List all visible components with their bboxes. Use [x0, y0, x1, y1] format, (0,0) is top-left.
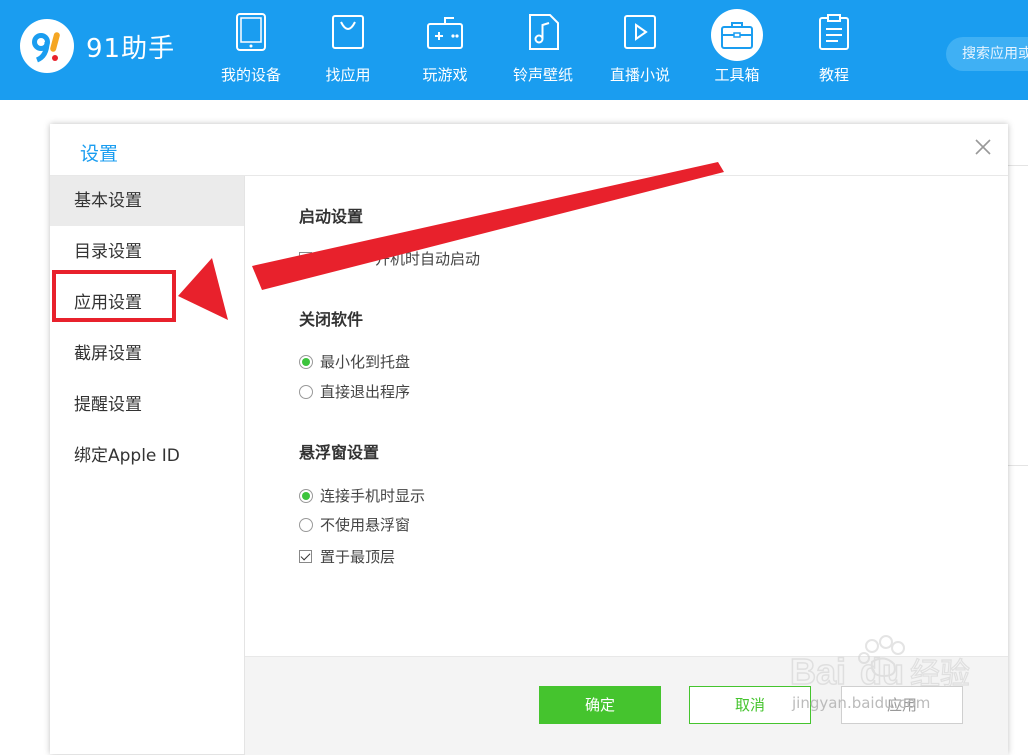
option-label: 开机时自动启动	[375, 250, 481, 268]
toolbox-icon	[711, 9, 763, 61]
music-note-icon	[523, 12, 563, 52]
nav-label: 玩游戏	[422, 66, 468, 84]
clipboard-icon	[814, 12, 854, 52]
gamepad-icon	[425, 12, 465, 52]
radio-show-when-connected[interactable]: 连接手机时显示	[299, 485, 425, 506]
sidebar-item-reminder-settings[interactable]: 提醒设置	[50, 380, 244, 430]
option-label: 连接手机时显示	[320, 487, 426, 505]
checkbox[interactable]	[299, 550, 312, 563]
nav-label: 我的设备	[220, 66, 281, 84]
option-label: 置于最顶层	[320, 548, 396, 566]
radio-button[interactable]	[299, 384, 313, 399]
option-label: 不使用悬浮窗	[320, 516, 411, 534]
radio-button[interactable]	[299, 488, 313, 503]
checkbox-always-on-top[interactable]: 置于最顶层	[299, 546, 395, 567]
sidebar-item-basic-settings[interactable]: 基本设置	[50, 176, 244, 226]
nav-label: 教程	[818, 66, 849, 84]
nav-my-device[interactable]: 我的设备	[206, 0, 296, 100]
nav-label: 找应用	[325, 66, 371, 84]
nav-label: 直播小说	[609, 66, 670, 84]
section-title-close-software: 关闭软件	[299, 310, 364, 329]
nav-play-games[interactable]: 玩游戏	[400, 0, 490, 100]
nav-ringtones-wallpapers[interactable]: 铃声壁纸	[498, 0, 588, 100]
settings-sidebar: 基本设置 目录设置 应用设置 截屏设置 提醒设置 绑定Apple ID	[50, 176, 245, 754]
radio-button[interactable]	[299, 354, 313, 369]
sidebar-item-bind-apple-id[interactable]: 绑定Apple ID	[50, 431, 244, 481]
option-label: 直接退出程序	[320, 383, 411, 401]
nav-find-apps[interactable]: 找应用	[303, 0, 393, 100]
app-logo: 91助手	[20, 19, 175, 73]
close-icon[interactable]	[972, 136, 994, 158]
dialog-title: 设置	[80, 143, 119, 165]
background-divider	[1008, 165, 1028, 166]
section-title-startup: 启动设置	[299, 207, 364, 226]
app-name: 91助手	[86, 33, 176, 64]
tablet-icon	[231, 12, 271, 52]
annotation-highlight-box	[52, 270, 176, 322]
nav-label: 工具箱	[714, 66, 760, 84]
nav-label: 铃声壁纸	[512, 66, 573, 84]
settings-dialog: 设置 基本设置 目录设置 应用设置 截屏设置 提醒设置 绑定Apple ID 启…	[50, 124, 1008, 755]
nav-toolbox[interactable]: 工具箱	[692, 0, 782, 100]
sidebar-item-screenshot-settings[interactable]: 截屏设置	[50, 329, 244, 379]
watermark-url: jingyan.baidu.com	[792, 694, 931, 712]
shopping-bag-icon	[328, 12, 368, 52]
settings-content: 启动设置 开机时自动启动 关闭软件 最小化到托盘 直接退出程序 悬浮窗设置 连接…	[245, 176, 1008, 656]
logo-icon	[20, 19, 74, 73]
startup-autostart-option[interactable]: 开机时自动启动	[299, 248, 480, 269]
radio-minimize-to-tray[interactable]: 最小化到托盘	[299, 351, 410, 372]
radio-no-floating-window[interactable]: 不使用悬浮窗	[299, 514, 410, 535]
radio-exit-program[interactable]: 直接退出程序	[299, 381, 410, 402]
nav-live-novels[interactable]: 直播小说	[595, 0, 685, 100]
top-navigation-bar: 91助手 我的设备 找应用 玩游戏 铃声壁纸 直播小说 工具箱 教程 搜索应用或	[0, 0, 1028, 100]
section-title-floating-window: 悬浮窗设置	[299, 443, 380, 462]
play-icon	[620, 12, 660, 52]
option-label: 最小化到托盘	[320, 353, 411, 371]
checkbox[interactable]	[299, 252, 312, 265]
search-input[interactable]: 搜索应用或	[946, 37, 1028, 71]
background-divider	[1008, 465, 1028, 466]
radio-button[interactable]	[299, 517, 313, 532]
nav-tutorials[interactable]: 教程	[789, 0, 879, 100]
ok-button[interactable]: 确定	[539, 686, 661, 724]
